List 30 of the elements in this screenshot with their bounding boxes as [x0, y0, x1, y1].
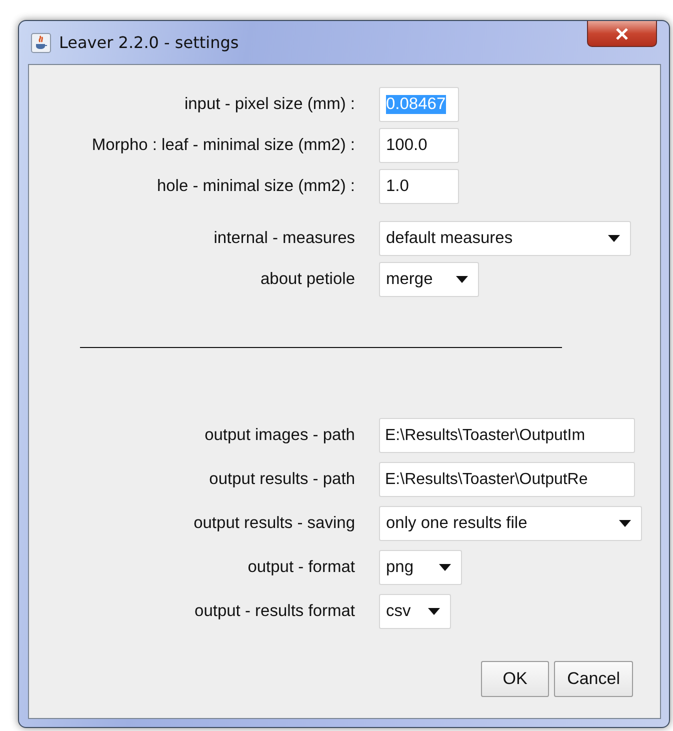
- field-label: output results - saving: [192, 514, 355, 533]
- caret-icon: [608, 235, 620, 242]
- path-field[interactable]: E:\Results\Toaster\OutputRe: [379, 462, 635, 497]
- field-label: input - pixel size (mm) :: [183, 95, 355, 114]
- dropdown[interactable]: csv: [379, 594, 451, 629]
- dropdown[interactable]: default measures: [379, 221, 631, 256]
- field-label: output - results format: [194, 602, 355, 621]
- caret-icon: [619, 520, 631, 527]
- close-icon: [615, 28, 629, 40]
- window-title: Leaver 2.2.0 - settings: [59, 33, 239, 52]
- dropdown[interactable]: merge: [379, 262, 479, 297]
- close-button[interactable]: [587, 21, 657, 47]
- input-field[interactable]: 1.0: [379, 169, 459, 204]
- field-label: output - format: [246, 558, 355, 577]
- field-label: output images - path: [204, 426, 355, 445]
- field-label: Morpho : leaf - minimal size (mm2) :: [90, 136, 355, 155]
- field-label: about petiole: [260, 270, 355, 289]
- input-field[interactable]: 100.0: [379, 128, 459, 163]
- field-label: internal - measures: [212, 229, 355, 248]
- field-label: output results - path: [208, 470, 355, 489]
- dropdown[interactable]: png: [379, 550, 462, 585]
- dialog-button[interactable]: Cancel: [554, 661, 633, 697]
- path-field[interactable]: E:\Results\Toaster\OutputIm: [379, 418, 635, 453]
- caret-icon: [456, 276, 468, 283]
- cup-icon: [31, 32, 51, 52]
- field-label: hole - minimal size (mm2) :: [156, 177, 355, 196]
- dropdown[interactable]: only one results file: [379, 506, 642, 541]
- caret-icon: [428, 608, 440, 615]
- caret-icon: [439, 564, 451, 571]
- dialog-button[interactable]: OK: [481, 661, 550, 697]
